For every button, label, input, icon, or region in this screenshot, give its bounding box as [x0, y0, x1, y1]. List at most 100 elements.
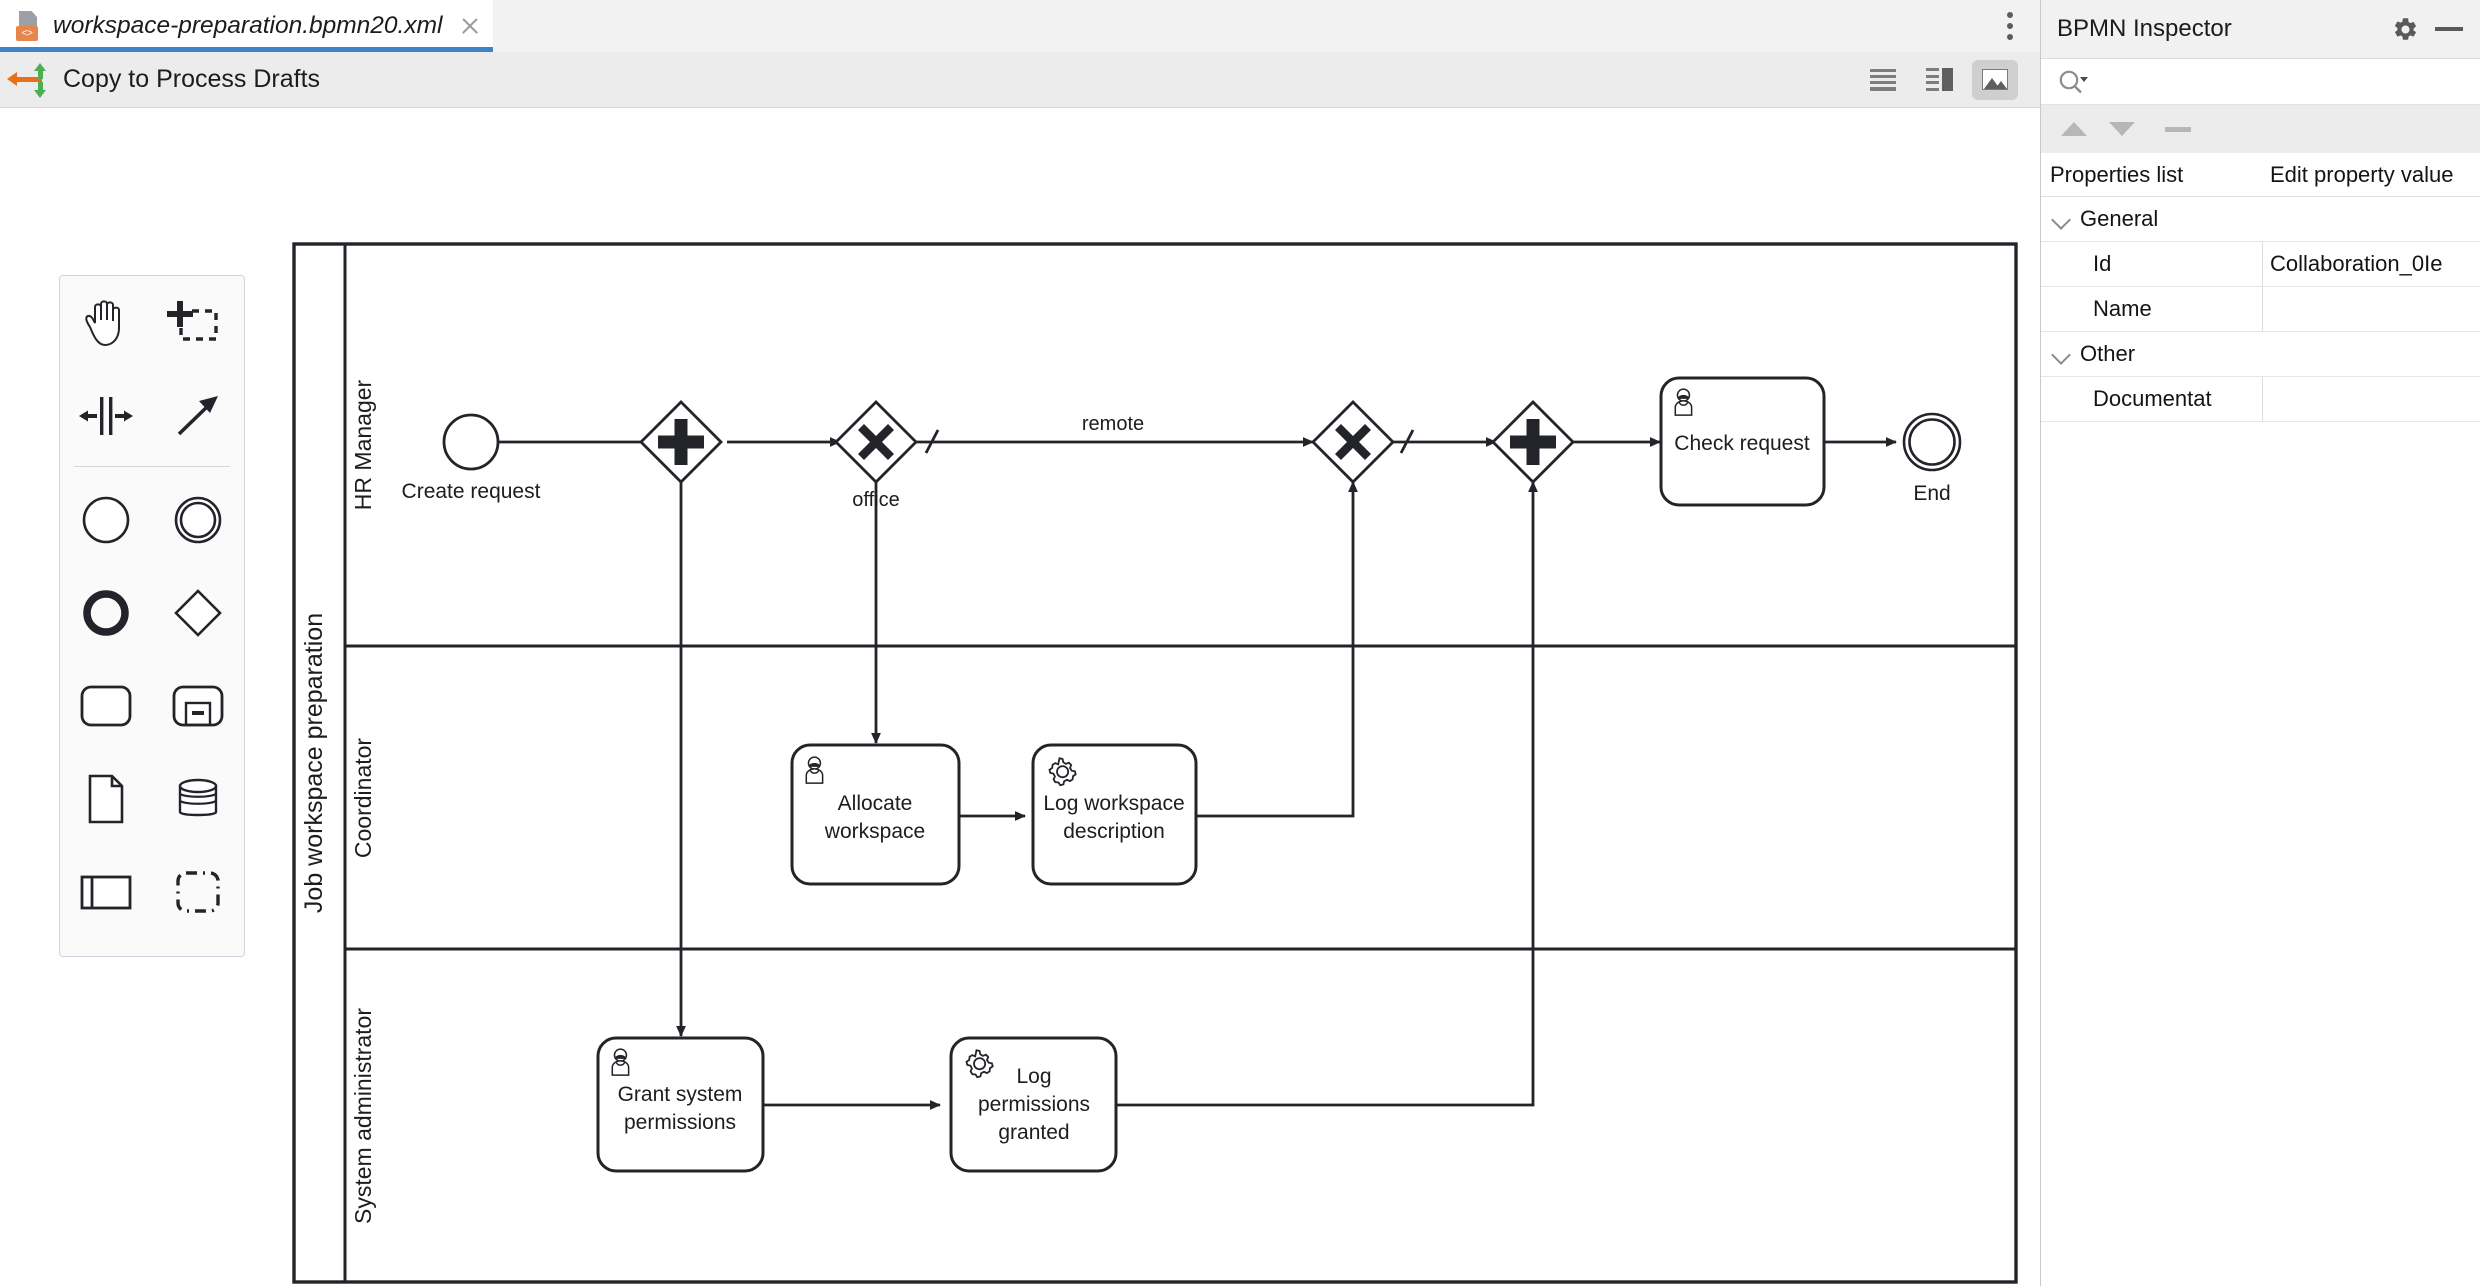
- start-event-icon: [82, 496, 130, 543]
- task-log-permissions-granted-label-2: permissions: [978, 1093, 1090, 1116]
- palette-create-end-event[interactable]: [60, 566, 152, 659]
- inspector-nav-toolbar: [2041, 105, 2480, 153]
- minimize-icon[interactable]: [2435, 27, 2463, 31]
- gateway-parallel-split[interactable]: [639, 400, 723, 484]
- gear-icon[interactable]: [2392, 16, 2419, 43]
- view-mode-diagram-button[interactable]: [1972, 59, 2018, 100]
- more-vertical-icon[interactable]: [1980, 0, 2040, 52]
- subprocess-expanded-icon: [172, 685, 224, 726]
- palette-create-intermediate-event[interactable]: [152, 473, 244, 566]
- gateway-parallel-join[interactable]: [1491, 400, 1575, 484]
- task-log-workspace-description-label-2: description: [1063, 820, 1165, 843]
- palette-create-subprocess[interactable]: [152, 659, 244, 752]
- task-grant-system-permissions-label-2: permissions: [624, 1111, 736, 1134]
- editor-toolbar: Copy to Process Drafts: [0, 52, 2040, 108]
- task-log-workspace-description[interactable]: Log workspace description: [1031, 743, 1198, 886]
- lane-label-system-administrator: System administrator: [350, 1008, 376, 1224]
- ide-window: <> workspace-preparation.bpmn20.xml Copy…: [0, 0, 2480, 1286]
- property-value-id[interactable]: Collaboration_0Ie: [2263, 242, 2480, 286]
- user-task-icon: [611, 1048, 630, 1076]
- bpmn-palette[interactable]: [59, 275, 245, 957]
- palette-elements-group: [60, 473, 244, 938]
- triangle-down-icon[interactable]: [2109, 122, 2135, 136]
- property-row-id[interactable]: Id Collaboration_0Ie: [2041, 242, 2480, 287]
- palette-separator: [74, 466, 230, 467]
- data-store-icon: [178, 778, 218, 816]
- gateway-exclusive-join[interactable]: [1311, 400, 1395, 484]
- chevron-down-icon[interactable]: [2050, 208, 2072, 230]
- image-icon: [1982, 69, 2008, 90]
- palette-hand-tool[interactable]: [60, 276, 152, 369]
- property-row-name[interactable]: Name: [2041, 287, 2480, 332]
- property-group-other[interactable]: Other: [2041, 332, 2480, 377]
- task-log-workspace-description-label-1: Log workspace: [1043, 792, 1184, 815]
- copy-to-process-drafts-label: Copy to Process Drafts: [63, 65, 321, 93]
- palette-tools-group: [60, 276, 244, 462]
- task-log-permissions-granted-label-3: granted: [998, 1121, 1069, 1144]
- task-check-request[interactable]: Check request: [1659, 376, 1826, 507]
- task-log-permissions-granted-label-1: Log: [1016, 1065, 1051, 1088]
- tab-bar: <> workspace-preparation.bpmn20.xml: [0, 0, 2040, 52]
- xml-file-icon: <>: [16, 11, 42, 41]
- gateway-exclusive-split[interactable]: [834, 400, 918, 484]
- task-grant-system-permissions-label-1: Grant system: [618, 1083, 743, 1106]
- palette-create-gateway[interactable]: [152, 566, 244, 659]
- copy-transfer-icon: [7, 62, 50, 98]
- participant-pool-icon: [80, 875, 132, 909]
- property-label-documentation: Documentat: [2041, 377, 2263, 421]
- triangle-up-icon[interactable]: [2061, 122, 2087, 136]
- inspector-title: BPMN Inspector: [2057, 15, 2232, 42]
- inspector-header: BPMN Inspector: [2041, 0, 2480, 59]
- palette-create-data-object[interactable]: [60, 752, 152, 845]
- start-event-create-request[interactable]: [442, 413, 500, 471]
- bpmn-inspector-panel: BPMN Inspector Properties list Edit prop…: [2040, 0, 2480, 1286]
- lasso-select-icon: [167, 300, 218, 341]
- property-row-documentation[interactable]: Documentat: [2041, 377, 2480, 422]
- property-value-name[interactable]: [2263, 287, 2480, 331]
- inspector-search-field[interactable]: [2041, 59, 2480, 105]
- task-allocate-workspace[interactable]: Allocate workspace: [790, 743, 961, 886]
- palette-lasso-tool[interactable]: [152, 276, 244, 369]
- property-group-general-label: General: [2080, 206, 2159, 231]
- arrow-connect-icon: [177, 395, 218, 435]
- user-task-icon: [805, 756, 824, 784]
- palette-create-start-event[interactable]: [60, 473, 152, 566]
- task-check-request-label: Check request: [1674, 432, 1810, 455]
- end-event-icon: [83, 589, 129, 636]
- end-event[interactable]: [1902, 412, 1962, 472]
- tab-title: workspace-preparation.bpmn20.xml: [53, 12, 443, 39]
- editor-area: <> workspace-preparation.bpmn20.xml Copy…: [0, 0, 2040, 1286]
- palette-create-group[interactable]: [152, 845, 244, 938]
- lane-label-hr-manager: HR Manager: [350, 379, 376, 510]
- split-panes-icon: [1925, 68, 1953, 91]
- user-task-icon: [1674, 388, 1693, 416]
- end-event-label: End: [1913, 482, 1950, 505]
- hand-icon: [85, 299, 120, 346]
- copy-to-process-drafts-button[interactable]: Copy to Process Drafts: [7, 62, 321, 98]
- flow-label-office: office: [852, 489, 899, 511]
- dash-icon[interactable]: [2165, 126, 2191, 132]
- task-grant-system-permissions[interactable]: Grant system permissions: [596, 1036, 765, 1173]
- view-mode-text-button[interactable]: [1860, 60, 1906, 100]
- task-rounded-rect-icon: [80, 685, 132, 726]
- view-mode-split-button[interactable]: [1916, 60, 1962, 100]
- flow-label-remote: remote: [1082, 413, 1144, 435]
- properties-table-header: Properties list Edit property value: [2041, 153, 2480, 197]
- palette-create-data-store[interactable]: [152, 752, 244, 845]
- search-icon: [2059, 70, 2088, 93]
- task-allocate-workspace-label-1: Allocate: [838, 792, 913, 815]
- close-icon[interactable]: [457, 13, 483, 39]
- chevron-down-icon[interactable]: [2050, 343, 2072, 365]
- property-group-general[interactable]: General: [2041, 197, 2480, 242]
- task-log-permissions-granted[interactable]: Log permissions granted: [949, 1036, 1118, 1173]
- data-object-icon: [88, 774, 124, 823]
- diagram-canvas[interactable]: Job workspace preparation HR Manager Coo…: [0, 108, 2040, 1286]
- palette-connect-tool[interactable]: [152, 369, 244, 462]
- tab-workspace-preparation[interactable]: <> workspace-preparation.bpmn20.xml: [0, 0, 494, 52]
- palette-create-participant[interactable]: [60, 845, 152, 938]
- property-value-documentation[interactable]: [2263, 377, 2480, 421]
- palette-create-task[interactable]: [60, 659, 152, 752]
- bpmn-diagram[interactable]: Job workspace preparation HR Manager Coo…: [0, 108, 2040, 1286]
- group-dashed-icon: [176, 870, 220, 913]
- palette-space-tool[interactable]: [60, 369, 152, 462]
